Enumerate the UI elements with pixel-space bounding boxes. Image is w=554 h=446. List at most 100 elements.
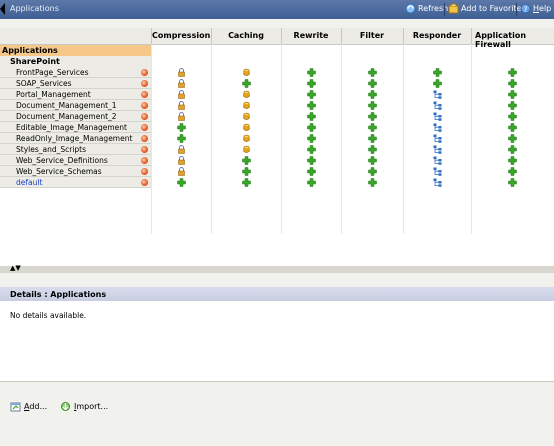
help-button[interactable]: ? Help: [520, 3, 551, 16]
lock-icon[interactable]: [177, 145, 186, 154]
lock-icon[interactable]: [177, 156, 186, 165]
lock-icon[interactable]: [177, 90, 186, 99]
green-plus-icon[interactable]: [307, 123, 316, 132]
responder-tree-icon[interactable]: [433, 178, 442, 187]
green-plus-icon[interactable]: [368, 123, 377, 132]
green-plus-icon[interactable]: [242, 156, 251, 165]
row-label[interactable]: FrontPage_Services: [0, 67, 151, 78]
table-row[interactable]: Web_Service_Definitions: [0, 155, 554, 166]
table-row[interactable]: Document_Management_1: [0, 100, 554, 111]
green-plus-icon[interactable]: [508, 134, 517, 143]
green-plus-icon[interactable]: [368, 101, 377, 110]
green-plus-icon[interactable]: [177, 123, 186, 132]
column-application-firewall[interactable]: Application Firewall: [472, 31, 554, 49]
green-plus-icon[interactable]: [307, 134, 316, 143]
column-caching[interactable]: Caching: [212, 31, 280, 40]
table-row[interactable]: Styles_and_Scripts: [0, 144, 554, 155]
green-plus-icon[interactable]: [368, 68, 377, 77]
table-row[interactable]: Document_Management_2: [0, 111, 554, 122]
gold-cache-icon[interactable]: [242, 123, 251, 132]
row-label[interactable]: SOAP_Services: [0, 78, 151, 89]
responder-tree-icon[interactable]: [433, 90, 442, 99]
lock-icon[interactable]: [177, 167, 186, 176]
row-label[interactable]: default: [0, 177, 151, 188]
green-plus-icon[interactable]: [368, 156, 377, 165]
gold-cache-icon[interactable]: [242, 145, 251, 154]
green-plus-icon[interactable]: [368, 112, 377, 121]
green-plus-icon[interactable]: [508, 167, 517, 176]
lock-icon[interactable]: [177, 112, 186, 121]
green-plus-icon[interactable]: [368, 79, 377, 88]
gold-cache-icon[interactable]: [242, 134, 251, 143]
responder-tree-icon[interactable]: [433, 123, 442, 132]
green-plus-icon[interactable]: [508, 90, 517, 99]
column-compression[interactable]: Compression: [152, 31, 210, 40]
responder-tree-icon[interactable]: [433, 145, 442, 154]
green-plus-icon[interactable]: [307, 101, 316, 110]
green-plus-icon[interactable]: [508, 123, 517, 132]
pane-splitter[interactable]: ▲▼: [0, 264, 554, 273]
green-plus-icon[interactable]: [307, 90, 316, 99]
responder-tree-icon[interactable]: [433, 112, 442, 121]
row-label[interactable]: ReadOnly_Image_Management: [0, 133, 151, 144]
responder-tree-icon[interactable]: [433, 167, 442, 176]
table-row[interactable]: Web_Service_Schemas: [0, 166, 554, 177]
row-label[interactable]: Document_Management_1: [0, 100, 151, 111]
row-label[interactable]: Portal_Management: [0, 89, 151, 100]
table-row[interactable]: Editable_Image_Management: [0, 122, 554, 133]
green-plus-icon[interactable]: [508, 178, 517, 187]
green-plus-icon[interactable]: [508, 101, 517, 110]
table-row[interactable]: SOAP_Services: [0, 78, 554, 89]
column-filter[interactable]: Filter: [342, 31, 402, 40]
responder-tree-icon[interactable]: [433, 101, 442, 110]
green-plus-icon[interactable]: [242, 167, 251, 176]
green-plus-icon[interactable]: [307, 79, 316, 88]
green-plus-icon[interactable]: [307, 112, 316, 121]
green-plus-icon[interactable]: [508, 112, 517, 121]
table-row[interactable]: default: [0, 177, 554, 188]
table-row[interactable]: Portal_Management: [0, 89, 554, 100]
gold-cache-icon[interactable]: [242, 68, 251, 77]
table-row[interactable]: ReadOnly_Image_Management: [0, 133, 554, 144]
green-plus-icon[interactable]: [508, 79, 517, 88]
green-plus-icon[interactable]: [368, 178, 377, 187]
row-label[interactable]: Web_Service_Schemas: [0, 166, 151, 177]
green-plus-icon[interactable]: [307, 156, 316, 165]
splitter-arrows-icon[interactable]: ▲▼: [10, 264, 21, 272]
responder-tree-icon[interactable]: [433, 156, 442, 165]
green-plus-icon[interactable]: [508, 145, 517, 154]
row-label[interactable]: Web_Service_Definitions: [0, 155, 151, 166]
table-row[interactable]: FrontPage_Services: [0, 67, 554, 78]
gold-cache-icon[interactable]: [242, 90, 251, 99]
responder-tree-icon[interactable]: [433, 134, 442, 143]
green-plus-icon[interactable]: [368, 134, 377, 143]
green-plus-icon[interactable]: [433, 79, 442, 88]
import-button[interactable]: Import...: [60, 401, 108, 412]
green-plus-icon[interactable]: [242, 79, 251, 88]
lock-icon[interactable]: [177, 79, 186, 88]
green-plus-icon[interactable]: [242, 178, 251, 187]
green-plus-icon[interactable]: [307, 167, 316, 176]
green-plus-icon[interactable]: [177, 178, 186, 187]
green-plus-icon[interactable]: [433, 68, 442, 77]
green-plus-icon[interactable]: [307, 68, 316, 77]
section-applications[interactable]: Applications: [0, 45, 151, 56]
green-plus-icon[interactable]: [368, 145, 377, 154]
green-plus-icon[interactable]: [307, 145, 316, 154]
lock-icon[interactable]: [177, 101, 186, 110]
lock-icon[interactable]: [177, 68, 186, 77]
gold-cache-icon[interactable]: [242, 112, 251, 121]
add-to-favorites-button[interactable]: Add to Favorites: [448, 3, 526, 16]
column-rewrite[interactable]: Rewrite: [282, 31, 340, 40]
gold-cache-icon[interactable]: [242, 101, 251, 110]
green-plus-icon[interactable]: [177, 134, 186, 143]
row-label[interactable]: Document_Management_2: [0, 111, 151, 122]
group-sharepoint[interactable]: SharePoint: [0, 56, 151, 67]
green-plus-icon[interactable]: [368, 167, 377, 176]
green-plus-icon[interactable]: [508, 68, 517, 77]
add-button[interactable]: Add...: [10, 401, 47, 412]
row-label[interactable]: Styles_and_Scripts: [0, 144, 151, 155]
green-plus-icon[interactable]: [368, 90, 377, 99]
column-responder[interactable]: Responder: [404, 31, 470, 40]
row-label[interactable]: Editable_Image_Management: [0, 122, 151, 133]
